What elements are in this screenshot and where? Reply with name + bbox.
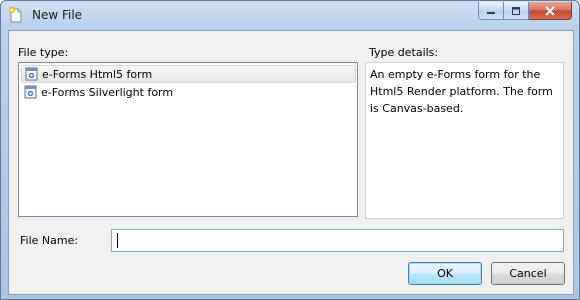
list-item-silverlight-form[interactable]: e-Forms Silverlight form (21, 83, 356, 101)
form-icon (24, 85, 37, 99)
close-icon (544, 1, 556, 20)
file-type-label: File type: (18, 46, 69, 59)
close-button[interactable] (529, 2, 572, 20)
ok-button[interactable]: OK (408, 262, 482, 285)
new-file-dialog: New File File type: e-Forms Html5 form e… (0, 0, 580, 300)
type-details-text: An empty e-Forms form for the Html5 Rend… (365, 62, 564, 219)
file-name-input[interactable] (111, 229, 564, 252)
minimize-button[interactable] (478, 2, 504, 20)
dialog-body: File type: e-Forms Html5 form e-Forms Si… (8, 30, 574, 295)
window-title: New File (32, 8, 83, 22)
maximize-button[interactable] (504, 2, 529, 20)
file-type-list[interactable]: e-Forms Html5 form e-Forms Silverlight f… (18, 62, 358, 217)
cancel-button[interactable]: Cancel (491, 262, 565, 285)
form-icon (25, 67, 38, 81)
list-item-label: e-Forms Html5 form (42, 67, 153, 81)
file-name-label: File Name: (20, 234, 79, 247)
maximize-icon (511, 1, 521, 20)
text-caret (117, 233, 118, 248)
minimize-icon (486, 1, 496, 20)
window-controls (478, 2, 572, 20)
new-file-icon (9, 7, 23, 23)
title-bar[interactable]: New File (1, 1, 579, 30)
list-item-label: e-Forms Silverlight form (41, 85, 174, 99)
type-details-label: Type details: (369, 46, 439, 59)
list-item-html5-form[interactable]: e-Forms Html5 form (21, 65, 356, 83)
